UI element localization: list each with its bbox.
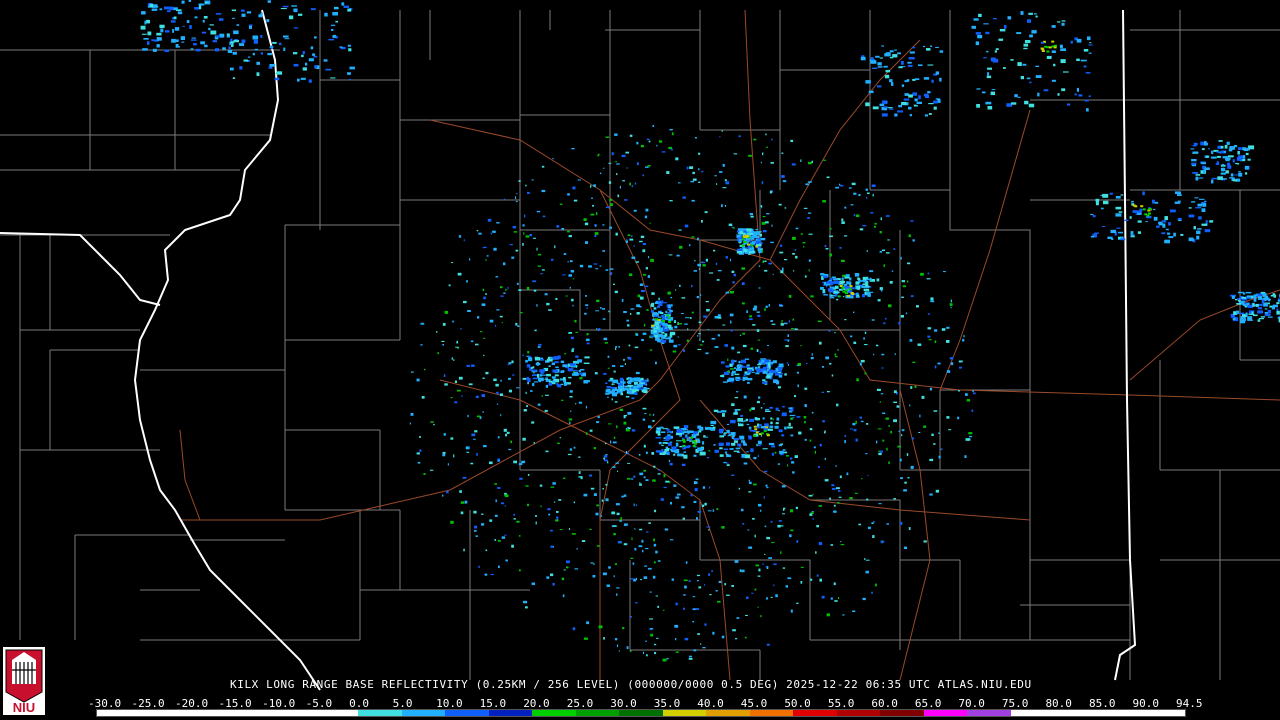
colorbar-segment — [619, 710, 663, 716]
colorbar-segment — [749, 710, 794, 716]
state-boundaries — [0, 9, 1137, 691]
reflectivity-colorbar — [96, 709, 1186, 717]
colorbar-segment — [271, 710, 315, 716]
colorbar-segment — [1054, 710, 1098, 716]
colorbar-segment — [532, 710, 576, 716]
colorbar-segment — [445, 710, 489, 716]
colorbar-segment — [97, 710, 141, 716]
highways — [179, 9, 1280, 681]
radar-strong-echoes — [651, 40, 1152, 448]
colorbar-segment — [1141, 710, 1185, 716]
colorbar-segment — [1097, 710, 1142, 716]
colorbar-segment — [575, 710, 620, 716]
colorbar-segment — [706, 710, 750, 716]
colorbar-segment — [401, 710, 446, 716]
colorbar-segment — [793, 710, 837, 716]
colorbar-segment — [314, 710, 359, 716]
logo-text: NIU — [13, 700, 35, 715]
color-scale-labels: -30.0 -25.0 -20.0 -15.0 -10.0 -5.0 0.0 5.0 10.0 1… — [88, 697, 1203, 710]
colorbar-segment — [923, 710, 968, 716]
colorbar-segment — [880, 710, 924, 716]
radar-echoes — [140, 0, 1280, 662]
colorbar-segment — [1010, 710, 1055, 716]
product-caption: KILX LONG RANGE BASE REFLECTIVITY (0.25K… — [230, 678, 1032, 691]
colorbar-segment — [184, 710, 228, 716]
colorbar-segment — [967, 710, 1011, 716]
radar-map — [0, 0, 1280, 691]
colorbar-segment — [227, 710, 272, 716]
university-seal-icon: NIU — [3, 647, 45, 715]
colorbar-segment — [836, 710, 881, 716]
colorbar-segment — [140, 710, 185, 716]
colorbar-segment — [488, 710, 533, 716]
colorbar-segment — [662, 710, 707, 716]
colorbar-segment — [358, 710, 402, 716]
